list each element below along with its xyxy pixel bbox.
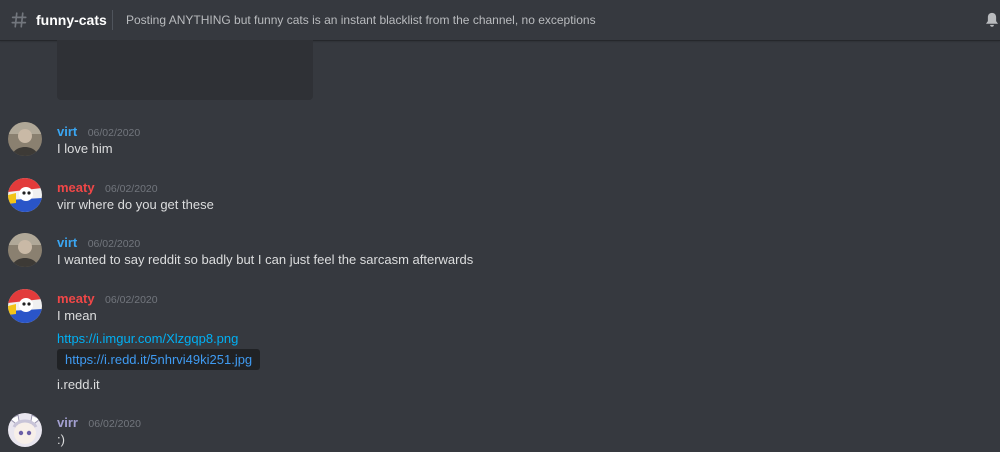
channel-topic[interactable]: Posting ANYTHING but funny cats is an in… <box>126 13 596 27</box>
username[interactable]: virt <box>57 235 77 250</box>
channel-name: funny-cats <box>36 12 107 28</box>
message-text: I wanted to say reddit so badly but I ca… <box>57 252 474 267</box>
topic-divider <box>112 10 113 30</box>
avatar-meaty[interactable] <box>8 289 42 323</box>
username[interactable]: virr <box>57 415 78 430</box>
imgur-link[interactable]: https://i.imgur.com/Xlzgqp8.png <box>57 331 238 346</box>
username[interactable]: meaty <box>57 180 95 195</box>
message-text: :) <box>57 432 65 447</box>
timestamp: 06/02/2020 <box>105 294 158 306</box>
avatar-meaty[interactable] <box>8 178 42 212</box>
message-text: I mean <box>57 308 97 323</box>
timestamp: 06/02/2020 <box>87 238 141 250</box>
channel-header: funny-cats Posting ANYTHING but funny ca… <box>0 0 1000 40</box>
timestamp: 06/02/2020 <box>88 418 141 430</box>
reddit-image-link[interactable]: https://i.redd.it/5nhrvi49ki251.jpg <box>57 349 261 370</box>
username[interactable]: virt <box>57 124 77 139</box>
message-text: I love him <box>57 141 113 156</box>
timestamp: 06/02/2020 <box>105 183 158 195</box>
image-embed-remnant[interactable] <box>57 40 313 100</box>
message-text: virr where do you get these <box>57 197 214 212</box>
avatar-virt[interactable] <box>8 233 42 267</box>
hash-icon <box>11 12 27 28</box>
link-domain-text: i.redd.it <box>57 377 100 392</box>
avatar-virt[interactable] <box>8 122 42 156</box>
bell-icon[interactable] <box>983 11 1000 29</box>
username[interactable]: meaty <box>57 291 95 306</box>
timestamp: 06/02/2020 <box>87 127 141 139</box>
avatar-virr[interactable] <box>8 413 42 447</box>
